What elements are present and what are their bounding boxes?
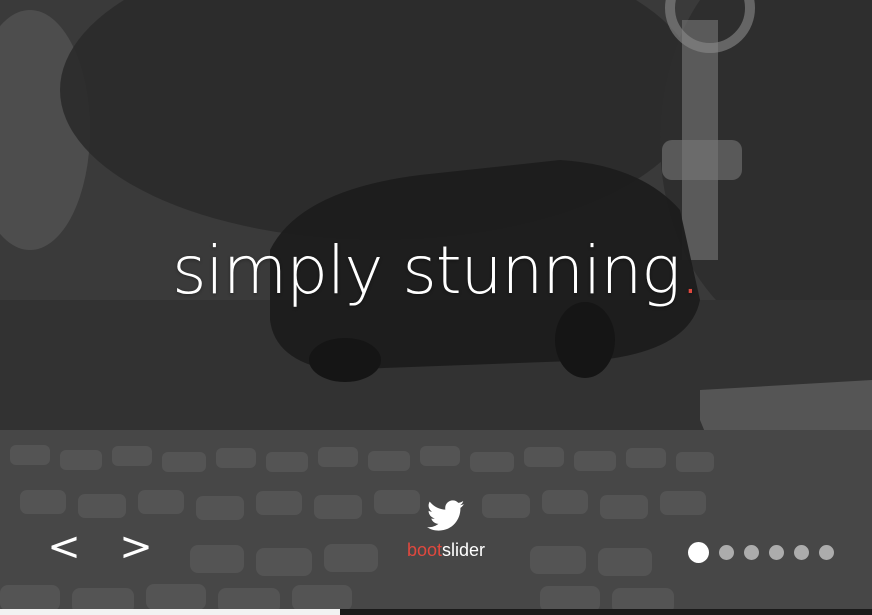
slide-progress-bar [0, 609, 872, 615]
brand-name-rest: slider [442, 540, 486, 560]
prev-slide-button[interactable]: < [44, 525, 84, 569]
brand-block: bootslider [366, 500, 526, 561]
pagination-dot-2[interactable] [719, 544, 734, 560]
slide-progress-fill [0, 609, 341, 615]
slide-headline: simply stunning. [0, 232, 872, 309]
pagination-dot-5[interactable] [794, 544, 809, 560]
pagination-dot-1[interactable] [688, 541, 709, 563]
next-slide-button[interactable]: > [116, 525, 156, 569]
pagination-dot-6[interactable] [819, 544, 834, 560]
headline-text: simply stunning [172, 232, 681, 309]
headline-accent-dot: . [679, 232, 701, 309]
twitter-bird-icon[interactable] [427, 500, 465, 532]
slide-pagination [688, 540, 844, 564]
brand-name-accent: boot [406, 540, 443, 560]
pagination-dot-3[interactable] [744, 544, 759, 560]
brand-logo[interactable]: bootslider [366, 540, 526, 561]
image-slider: simply stunning. < > bootslider [0, 0, 872, 615]
pagination-dot-4[interactable] [769, 544, 784, 560]
